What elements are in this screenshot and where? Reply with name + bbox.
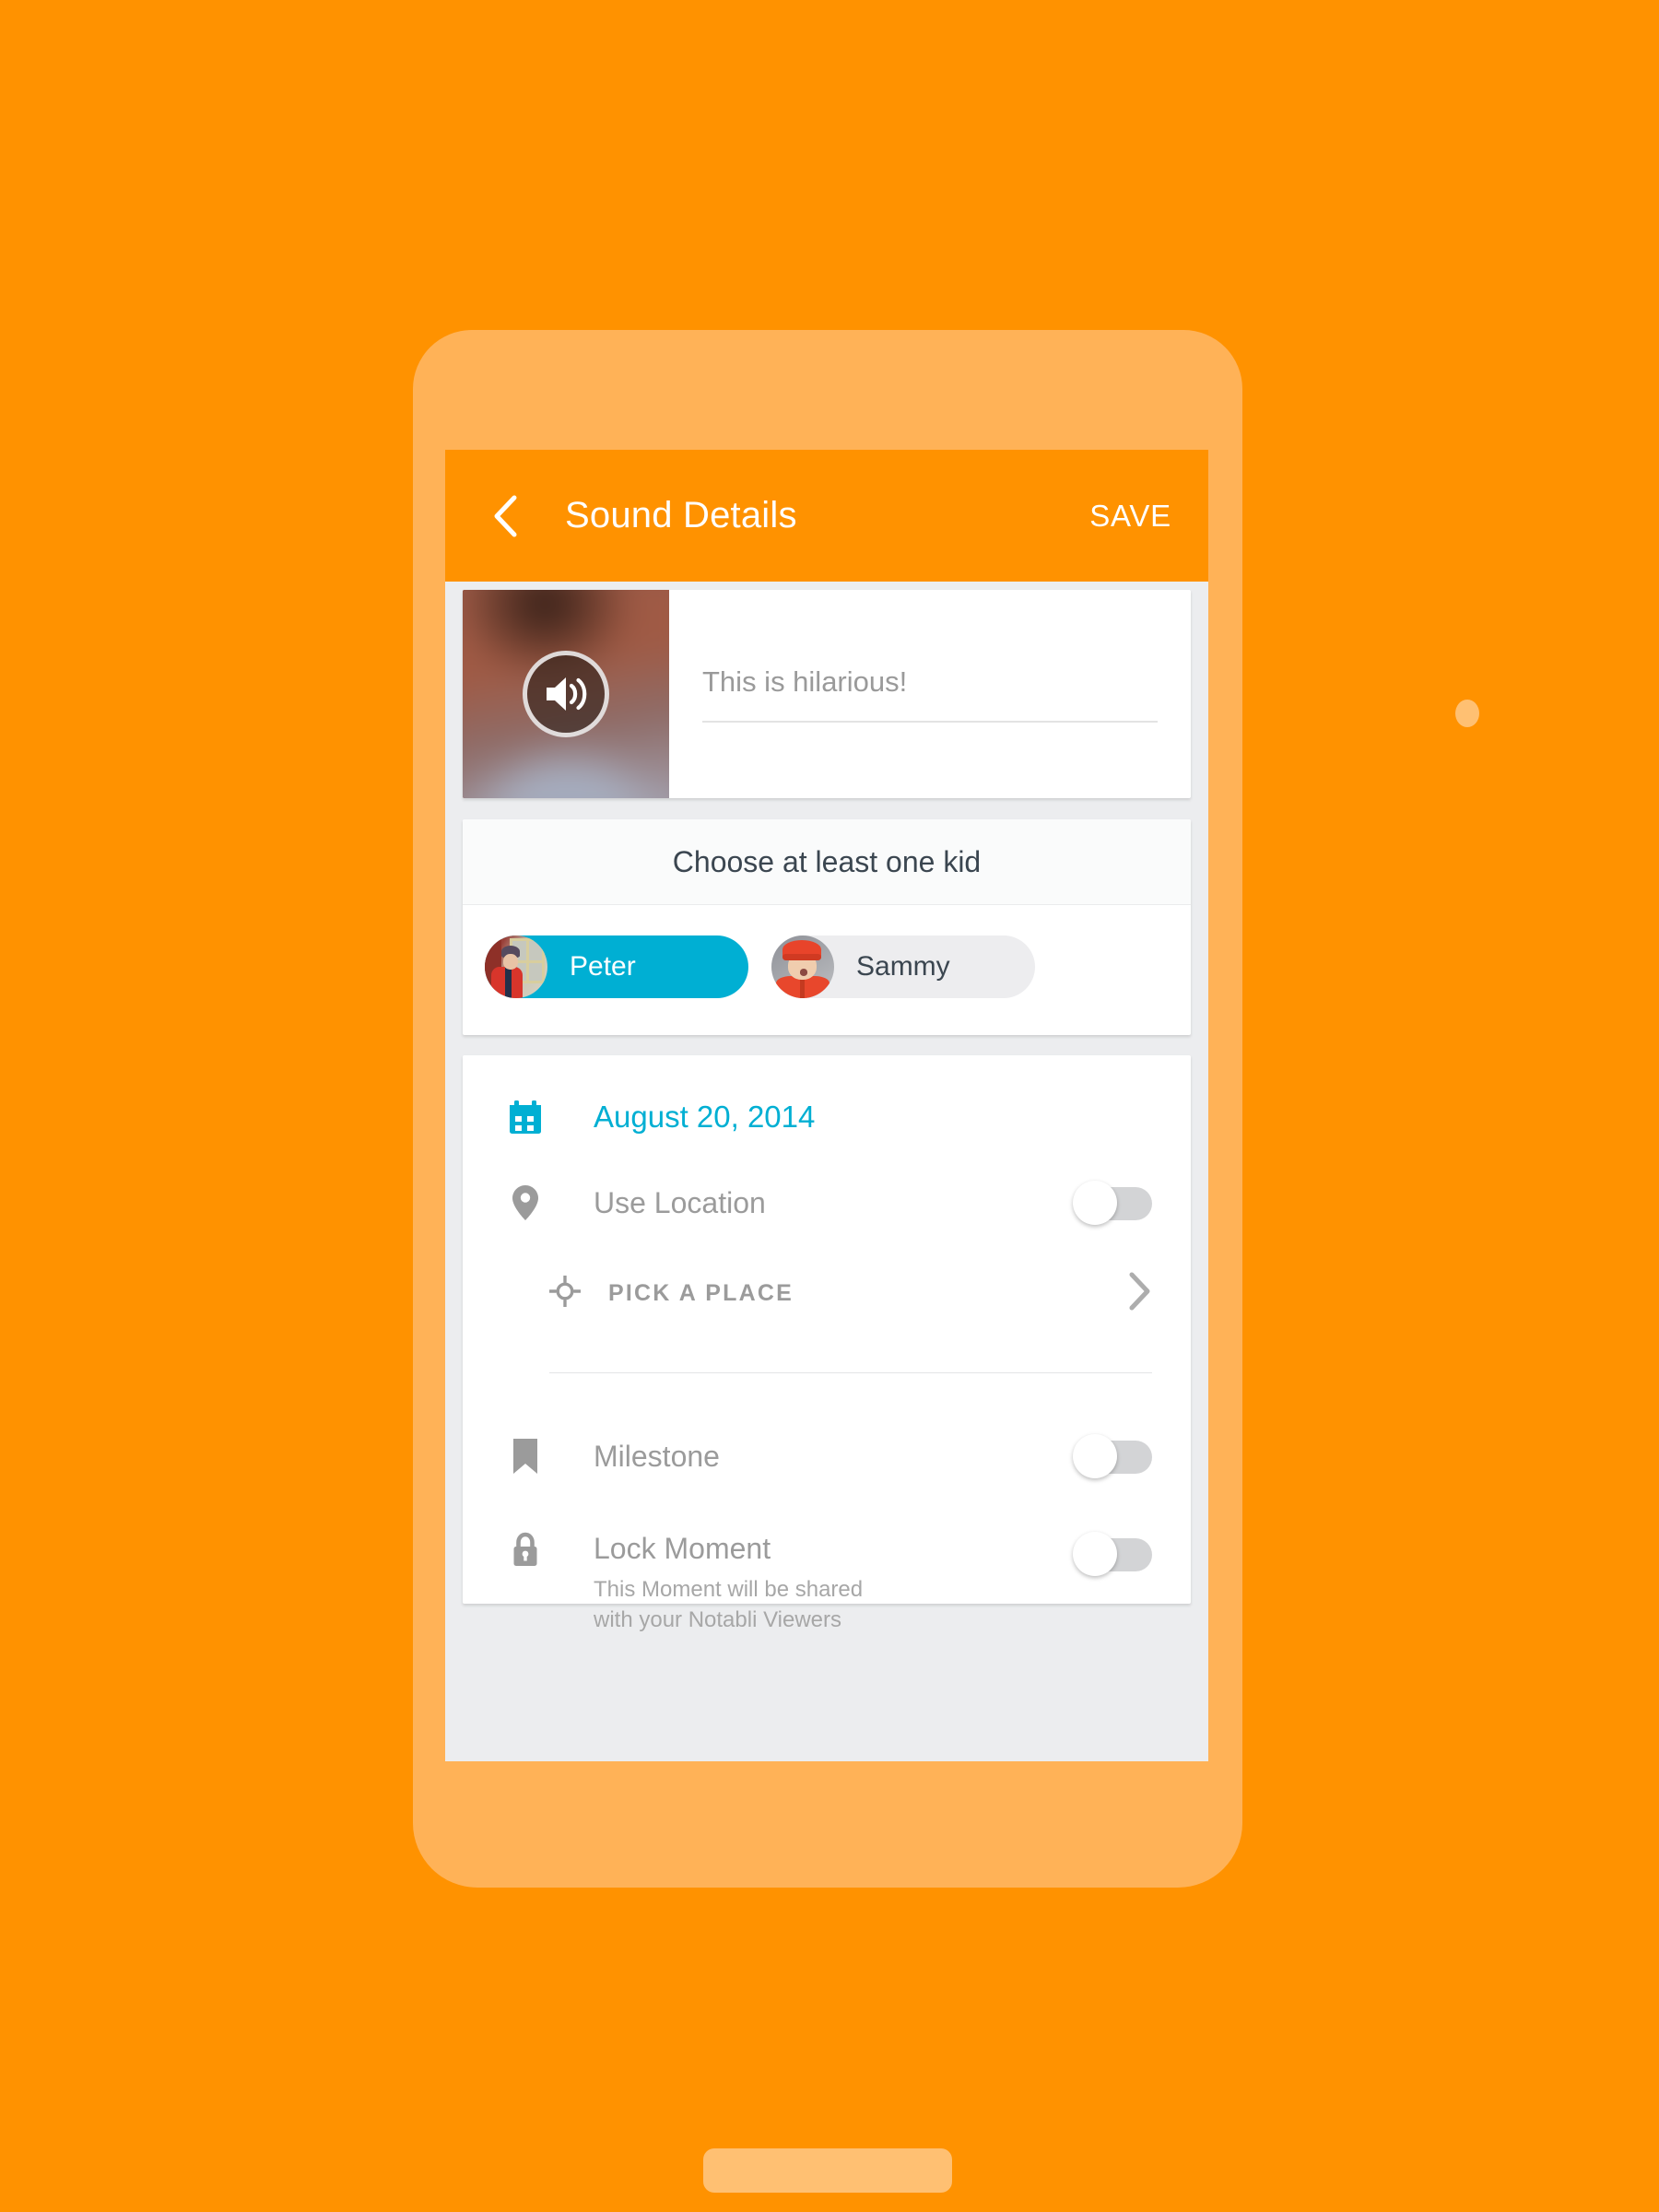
phone-home-button[interactable] xyxy=(703,2148,952,2193)
lock-moment-description: This Moment will be shared with your Not… xyxy=(594,1577,864,1632)
pick-a-place-row[interactable]: PICK A PLACE xyxy=(463,1249,1191,1337)
back-button[interactable] xyxy=(484,495,526,537)
speaker-volume-icon xyxy=(523,651,609,737)
phone-screen: Sound Details SAVE Choose at least one k… xyxy=(445,450,1208,1761)
map-pin-icon xyxy=(501,1184,549,1221)
options-divider xyxy=(549,1372,1152,1373)
options-card: August 20, 2014 Use Location PICK A PLAC… xyxy=(463,1055,1191,1632)
milestone-toggle[interactable] xyxy=(1073,1434,1152,1478)
lock-moment-text-column: Lock Moment This Moment will be shared w… xyxy=(594,1532,907,1635)
kids-header-title: Choose at least one kid xyxy=(672,844,982,878)
use-location-toggle[interactable] xyxy=(1073,1181,1152,1225)
lock-moment-toggle[interactable] xyxy=(1073,1532,1152,1576)
phone-front-camera-icon xyxy=(1455,700,1479,727)
lock-icon xyxy=(501,1532,549,1569)
media-card xyxy=(463,590,1191,798)
date-value[interactable]: August 20, 2014 xyxy=(594,1100,815,1135)
lock-moment-label: Lock Moment xyxy=(594,1532,771,1565)
kids-card: Choose at least one kid Peter Sammy xyxy=(463,819,1191,1035)
sound-thumbnail[interactable] xyxy=(463,590,669,798)
lock-moment-row[interactable]: Lock Moment This Moment will be shared w… xyxy=(463,1532,1191,1632)
page-title: Sound Details xyxy=(565,495,797,535)
kids-card-header: Choose at least one kid xyxy=(463,819,1191,905)
save-button[interactable]: SAVE xyxy=(1086,491,1175,541)
peter-avatar xyxy=(485,935,547,998)
crosshair-icon xyxy=(547,1274,582,1312)
kid-chip-sammy[interactable]: Sammy xyxy=(771,935,1035,998)
milestone-label: Milestone xyxy=(594,1439,720,1473)
use-location-label: Use Location xyxy=(594,1185,766,1219)
bookmark-icon xyxy=(501,1438,549,1475)
app-bar: Sound Details SAVE xyxy=(445,450,1208,582)
milestone-row[interactable]: Milestone xyxy=(463,1410,1191,1502)
kid-name-sammy: Sammy xyxy=(856,951,950,982)
pick-a-place-label: PICK A PLACE xyxy=(608,1279,794,1306)
chevron-right-icon xyxy=(1128,1272,1152,1315)
kid-chip-peter[interactable]: Peter xyxy=(485,935,748,998)
date-row[interactable]: August 20, 2014 xyxy=(463,1055,1191,1157)
use-location-row[interactable]: Use Location xyxy=(463,1157,1191,1249)
caption-input[interactable] xyxy=(702,665,1158,723)
chevron-left-icon xyxy=(491,494,519,538)
calendar-icon xyxy=(501,1100,549,1135)
kids-chip-list: Peter Sammy xyxy=(463,905,1191,1035)
caption-area xyxy=(669,590,1191,798)
sammy-avatar xyxy=(771,935,834,998)
kid-name-peter: Peter xyxy=(570,951,636,982)
